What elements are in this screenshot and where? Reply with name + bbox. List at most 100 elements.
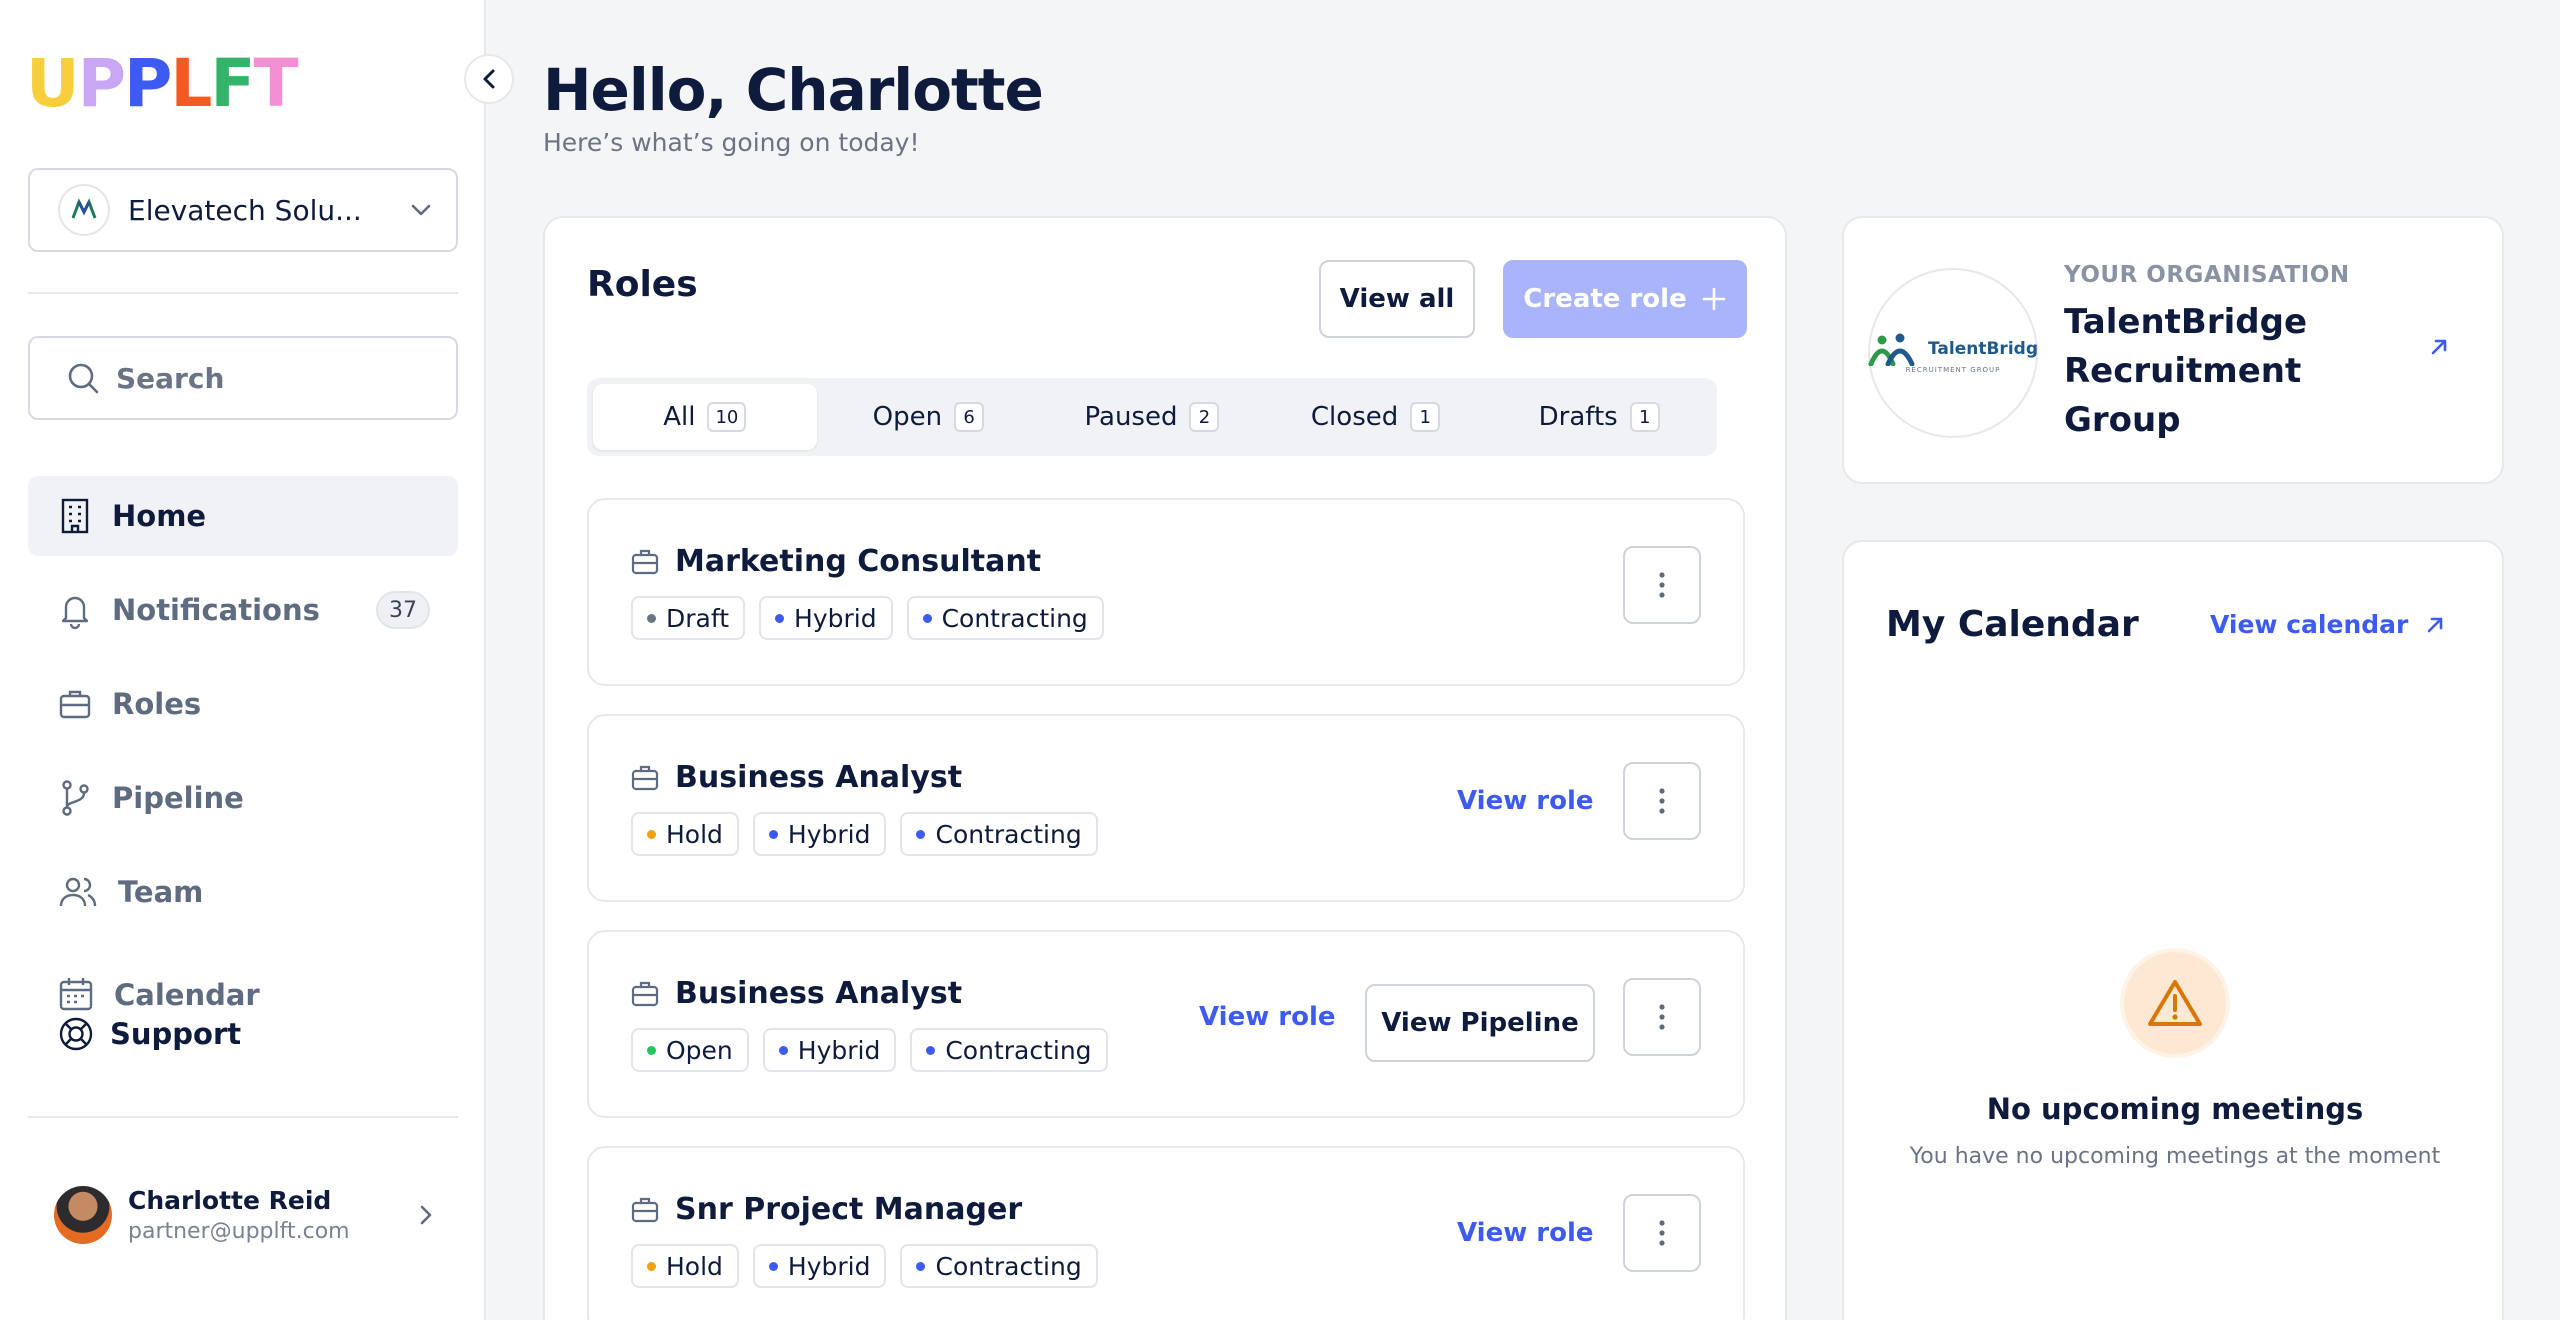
view-calendar-link[interactable]: View calendar	[2210, 610, 2446, 639]
tab-closed[interactable]: Closed 1	[1264, 384, 1488, 450]
status-badge: Draft	[631, 596, 746, 640]
chevron-down-icon	[411, 204, 431, 216]
tag-dot	[916, 1261, 926, 1271]
view-all-roles-button[interactable]: View all	[1319, 260, 1475, 338]
upplft-logo[interactable]: UPPLFT	[26, 45, 299, 122]
sidebar-divider	[28, 1116, 458, 1118]
view-role-link[interactable]: View role	[1457, 1218, 1594, 1248]
role-card[interactable]: Snr Project Manager Hold Hybrid Contract…	[587, 1146, 1745, 1320]
tag-label: Contracting	[941, 603, 1088, 633]
tag-label: Contracting	[935, 819, 1082, 849]
role-title: Business Analyst	[675, 760, 963, 795]
warning-icon	[2148, 980, 2202, 1026]
sidebar-item-roles[interactable]: Roles	[28, 664, 458, 744]
create-role-button[interactable]: Create role	[1503, 260, 1747, 338]
tag-dot	[768, 1261, 778, 1271]
role-filter-tabs: All 10 Open 6 Paused 2 Closed 1 Drafts 1	[587, 378, 1717, 456]
logo-letter: U	[26, 45, 80, 122]
work-mode-badge: Hybrid	[752, 1244, 887, 1288]
empty-state-subtitle: You have no upcoming meetings at the mom…	[1909, 1144, 2441, 1169]
external-link-icon	[2431, 339, 2447, 355]
logo-letter: P	[123, 45, 172, 122]
org-avatar	[58, 184, 110, 236]
tab-label: All	[663, 402, 696, 432]
logo-letter: P	[77, 45, 126, 122]
support-label: Support	[110, 1017, 242, 1051]
tag-dot	[647, 829, 656, 839]
briefcase-icon	[631, 1197, 659, 1222]
role-card[interactable]: Business Analyst Open Hybrid Contracting…	[587, 930, 1745, 1118]
calendar-icon	[59, 978, 93, 1011]
organisation-card: TalentBridg RECRUITMENT GROUP YOUR ORGAN…	[1842, 216, 2504, 484]
tag-label: Open	[666, 1035, 733, 1065]
tab-label: Paused	[1084, 402, 1178, 432]
sidebar-item-calendar[interactable]: Calendar	[28, 946, 458, 1020]
tab-count: 1	[1629, 402, 1660, 432]
role-menu-button[interactable]	[1623, 762, 1701, 840]
tab-all[interactable]: All 10	[593, 384, 817, 450]
search-icon	[68, 363, 99, 394]
tab-open[interactable]: Open 6	[817, 384, 1041, 450]
view-pipeline-button[interactable]: View Pipeline	[1365, 984, 1595, 1062]
sidebar-item-notifications[interactable]: Notifications 37	[28, 570, 458, 650]
tag-label: Draft	[666, 603, 730, 633]
collapse-sidebar-button[interactable]	[464, 54, 514, 104]
role-tags: Hold Hybrid Contracting	[631, 812, 1098, 856]
tag-dot	[647, 1261, 656, 1271]
sidebar-item-home[interactable]: Home	[28, 476, 458, 556]
role-menu-button[interactable]	[1623, 546, 1701, 624]
roles-card: Roles View all Create role All 10 Open 6…	[543, 216, 1787, 1320]
tag-label: Hold	[666, 1251, 723, 1281]
view-role-link[interactable]: View role	[1199, 1002, 1336, 1032]
chevron-left-icon	[483, 69, 495, 89]
tag-dot	[768, 829, 778, 839]
tab-label: Closed	[1310, 402, 1399, 432]
organisation-eyebrow: YOUR ORGANISATION	[2064, 262, 2350, 288]
logo-letter: F	[210, 45, 255, 122]
tag-dot	[775, 613, 785, 623]
briefcase-icon	[631, 549, 659, 574]
sidebar-item-label: Roles	[112, 687, 202, 721]
sidebar-item-support[interactable]: Support	[58, 1016, 241, 1052]
tab-paused[interactable]: Paused 2	[1040, 384, 1264, 450]
page-subtitle: Here’s what’s going on today!	[543, 128, 920, 157]
open-organisation-button[interactable]	[2428, 336, 2450, 362]
employment-type-badge: Contracting	[906, 596, 1104, 640]
status-badge: Open	[631, 1028, 749, 1072]
work-mode-badge: Hybrid	[752, 812, 887, 856]
view-role-link[interactable]: View role	[1457, 786, 1594, 816]
role-card[interactable]: Marketing Consultant Draft Hybrid Contra…	[587, 498, 1745, 686]
search-input[interactable]: Search	[28, 336, 458, 420]
sidebar-item-label: Notifications	[112, 593, 320, 627]
plus-icon	[1702, 287, 1726, 311]
sidebar-item-label: Pipeline	[112, 781, 244, 815]
tag-dot	[916, 829, 926, 839]
user-email: partner@upplft.com	[128, 1219, 350, 1244]
tab-count: 1	[1410, 402, 1441, 432]
org-select-value: Elevatech Solu...	[128, 193, 362, 227]
sidebar: UPPLFT Elevatech Solu... Search Home Not…	[0, 0, 486, 1320]
employment-type-badge: Contracting	[910, 1028, 1108, 1072]
role-tags: Hold Hybrid Contracting	[631, 1244, 1098, 1288]
tag-label: Hold	[666, 819, 723, 849]
role-menu-button[interactable]	[1623, 978, 1701, 1056]
external-link-icon	[2428, 617, 2443, 632]
organisation-select[interactable]: Elevatech Solu...	[28, 168, 458, 252]
work-mode-badge: Hybrid	[762, 1028, 897, 1072]
sidebar-nav: Home Notifications 37 Roles Pipeline Tea…	[28, 476, 458, 1034]
lifebuoy-icon	[59, 1017, 93, 1051]
tab-label: Drafts	[1538, 402, 1618, 432]
tag-dot	[926, 1045, 936, 1055]
role-menu-button[interactable]	[1623, 1194, 1701, 1272]
tab-drafts[interactable]: Drafts 1	[1487, 384, 1711, 450]
status-badge: Hold	[631, 1244, 739, 1288]
tag-label: Contracting	[935, 1251, 1082, 1281]
view-calendar-label: View calendar	[2210, 610, 2409, 639]
sidebar-item-team[interactable]: Team	[28, 852, 458, 932]
user-profile[interactable]: Charlotte Reid partner@upplft.com	[54, 1182, 434, 1248]
building-icon	[61, 498, 89, 534]
git-branch-icon	[62, 780, 89, 816]
more-vertical-icon	[1659, 572, 1665, 598]
role-card[interactable]: Business Analyst Hold Hybrid Contracting…	[587, 714, 1745, 902]
sidebar-item-pipeline[interactable]: Pipeline	[28, 758, 458, 838]
